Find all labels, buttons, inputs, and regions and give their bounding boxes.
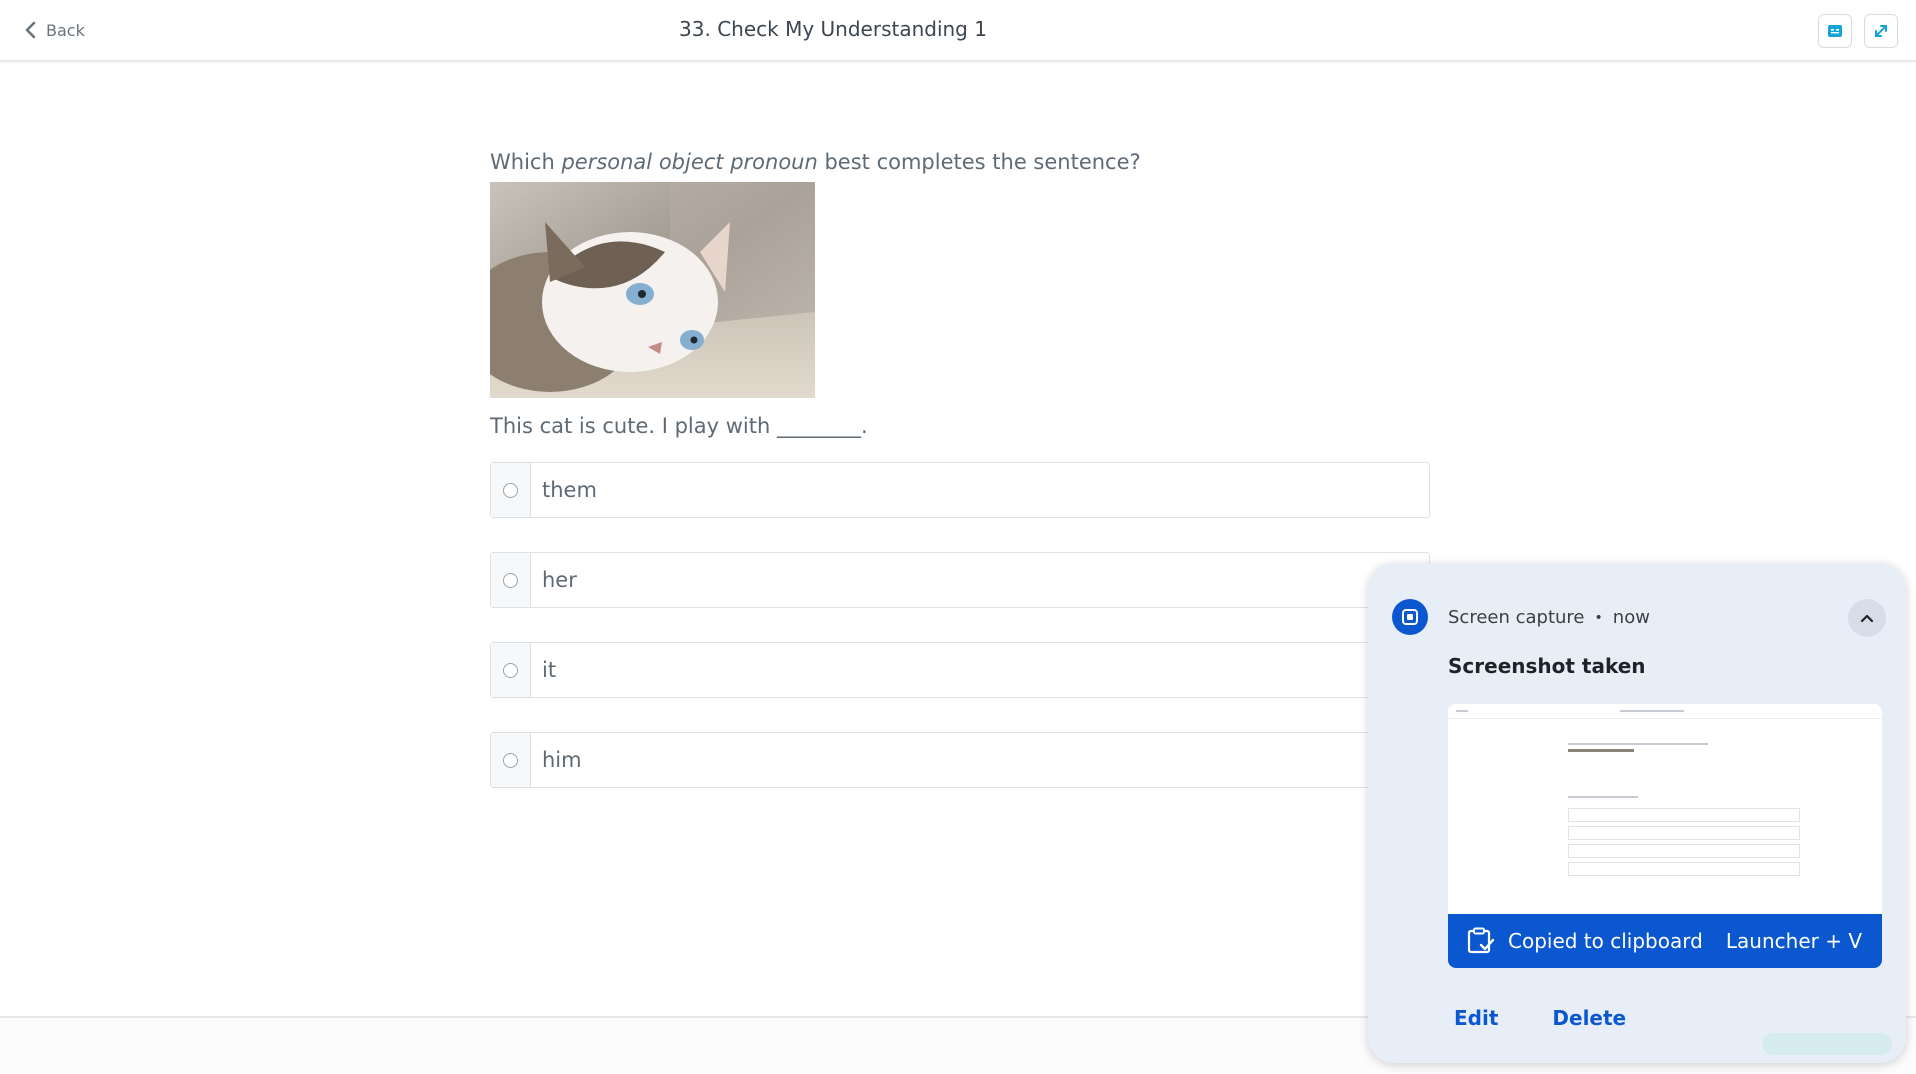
translate-icon (1828, 25, 1842, 37)
radio-button[interactable] (503, 482, 518, 498)
clipboard-text: Copied to clipboard (1508, 929, 1703, 953)
page-title: 33. Check My Understanding 1 (679, 17, 987, 41)
option-label: it (542, 658, 557, 682)
thumb-title (1620, 710, 1684, 712)
option-label: him (542, 748, 582, 772)
translate-button[interactable] (1818, 14, 1852, 48)
thumb-option (1568, 826, 1800, 840)
option-her[interactable]: her (490, 552, 1430, 608)
option-label: her (542, 568, 577, 592)
thumb-sentence (1568, 796, 1638, 798)
radio-button[interactable] (503, 752, 518, 768)
thumb-question (1568, 743, 1708, 745)
radio-cell (491, 643, 531, 697)
clipboard-check-icon (1467, 927, 1495, 954)
question-suffix: best completes the sentence? (817, 150, 1141, 174)
answer-options: them her it him (490, 462, 1430, 788)
question-sentence: This cat is cute. I play with ________. (490, 414, 868, 438)
edit-button[interactable]: Edit (1454, 1006, 1498, 1030)
delete-button[interactable]: Delete (1552, 1006, 1626, 1030)
option-label: them (542, 478, 597, 502)
notification-time: now (1612, 607, 1650, 628)
cat-image (490, 182, 815, 398)
radio-cell (491, 553, 531, 607)
thumb-image (1568, 749, 1634, 752)
notification-header: Screen capture • now (1448, 607, 1650, 628)
option-it[interactable]: it (490, 642, 1430, 698)
radio-cell (491, 733, 531, 787)
radio-cell (491, 463, 531, 517)
notification-app: Screen capture (1448, 607, 1585, 628)
thumb-option (1568, 844, 1800, 858)
notification-actions: Edit Delete (1454, 1006, 1626, 1030)
expand-icon (1875, 25, 1887, 37)
option-them[interactable]: them (490, 462, 1430, 518)
clipboard-shortcut: Launcher + V (1725, 929, 1862, 953)
question-content: Which personal object pronoun best compl… (490, 148, 1430, 822)
option-him[interactable]: him (490, 732, 1430, 788)
top-bar: Back 33. Check My Understanding 1 (0, 0, 1916, 62)
thumb-option (1568, 862, 1800, 876)
screenshot-notification: Screen capture • now Screenshot taken Co… (1368, 563, 1906, 1063)
fullscreen-button[interactable] (1864, 14, 1898, 48)
cat-photo (490, 182, 815, 398)
question-prompt: Which personal object pronoun best compl… (490, 148, 1430, 176)
screen-capture-icon (1392, 599, 1428, 635)
clipboard-banner: Copied to clipboard Launcher + V (1448, 914, 1882, 968)
radio-button[interactable] (503, 662, 518, 678)
separator-dot: • (1594, 609, 1603, 626)
question-emphasis: personal object pronoun (561, 150, 818, 174)
chevron-up-icon (1860, 614, 1874, 623)
background-button-peek (1762, 1033, 1892, 1055)
thumb-option (1568, 808, 1800, 822)
collapse-button[interactable] (1848, 599, 1886, 637)
radio-button[interactable] (503, 572, 518, 588)
notification-title: Screenshot taken (1448, 654, 1646, 678)
question-prefix: Which (490, 150, 562, 174)
thumb-back (1456, 710, 1468, 712)
screenshot-thumbnail[interactable] (1448, 704, 1882, 914)
